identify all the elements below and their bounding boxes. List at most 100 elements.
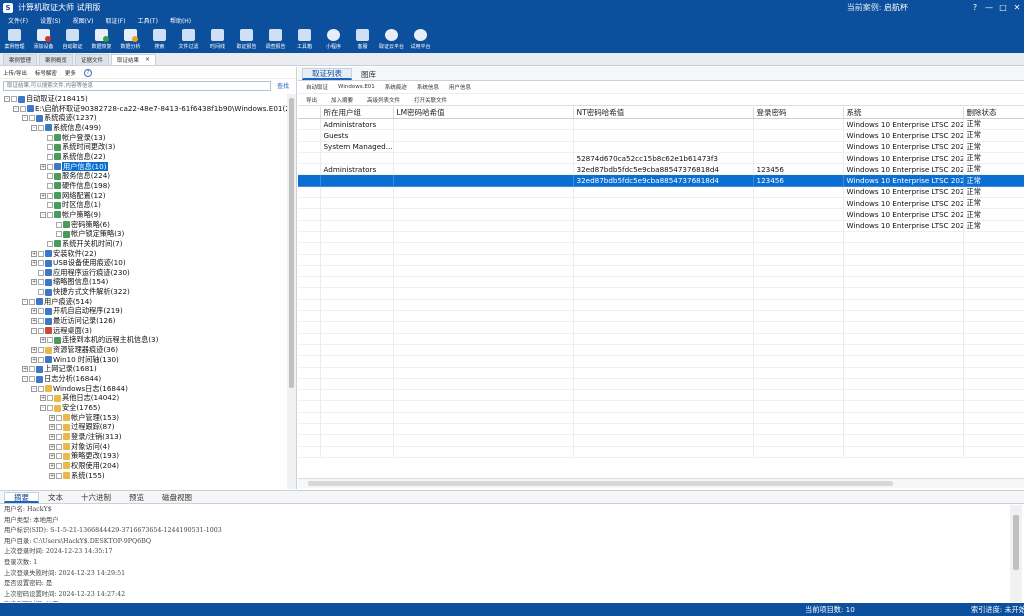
- toolbar-button-case-manage[interactable]: 案例管理: [0, 26, 29, 53]
- tree-checkbox[interactable]: [38, 356, 44, 363]
- column-header-checkbox[interactable]: [298, 107, 321, 119]
- tree-node[interactable]: - 远程桌面(3): [0, 326, 287, 336]
- tree-checkbox[interactable]: [29, 115, 35, 122]
- grid-horizontal-scrollbar[interactable]: [298, 478, 1024, 488]
- tree-checkbox[interactable]: [38, 327, 44, 334]
- tree-node[interactable]: + 资源管理器痕迹(36): [0, 345, 287, 355]
- expand-icon[interactable]: +: [31, 260, 37, 267]
- collapse-icon[interactable]: -: [31, 327, 37, 334]
- tree-node[interactable]: - 日志分析(16844): [0, 374, 287, 384]
- tree-node[interactable]: + 对象访问(4): [0, 442, 287, 452]
- tab-summary[interactable]: 摘要: [4, 492, 39, 503]
- tree-checkbox[interactable]: [20, 105, 26, 112]
- advanced-list-button[interactable]: 高级列表文件: [367, 96, 400, 104]
- tree-node[interactable]: 时区信息(1): [0, 200, 287, 210]
- tree-node[interactable]: 应用程序运行痕迹(230): [0, 268, 287, 278]
- expand-icon[interactable]: +: [40, 192, 46, 199]
- open-related-file-button[interactable]: 打开关联文件: [414, 96, 447, 104]
- row-checkbox-cell[interactable]: [298, 152, 321, 165]
- breadcrumb-item[interactable]: 系统信息: [417, 83, 439, 91]
- menu-file[interactable]: 文件(F): [8, 16, 28, 25]
- tree-node[interactable]: - 自动取证(218415): [0, 94, 287, 104]
- tab-evidence-files[interactable]: 证据文件: [75, 54, 110, 65]
- column-header-system[interactable]: 系统: [843, 107, 964, 119]
- more-button[interactable]: 更多: [65, 69, 76, 77]
- toolbar-button-auto-forensics[interactable]: 自动取证: [58, 26, 87, 53]
- toolbar-button-toolbox[interactable]: 工具箱: [290, 26, 319, 53]
- tree-node[interactable]: + 策略更改(193): [0, 451, 287, 461]
- column-header-lm-hash[interactable]: LM密码哈希值: [393, 107, 574, 119]
- collapse-icon[interactable]: -: [22, 115, 28, 122]
- row-checkbox-cell[interactable]: [298, 208, 321, 221]
- expand-icon[interactable]: +: [31, 279, 37, 286]
- scrollbar-thumb[interactable]: [308, 481, 893, 486]
- tree-checkbox[interactable]: [47, 202, 53, 209]
- tree-checkbox[interactable]: [38, 269, 44, 276]
- tree-checkbox[interactable]: [47, 144, 53, 151]
- tab-case-manage[interactable]: 案例管理: [3, 54, 38, 65]
- breadcrumb-item[interactable]: 用户信息: [449, 83, 471, 91]
- tree-node[interactable]: + 登录/注销(313): [0, 432, 287, 442]
- breadcrumb-item[interactable]: 系统痕迹: [385, 83, 407, 91]
- tree-node[interactable]: + 帐户管理(153): [0, 413, 287, 423]
- tree-checkbox[interactable]: [29, 298, 35, 305]
- close-button[interactable]: ✕: [1010, 3, 1024, 12]
- summary-vertical-scrollbar[interactable]: [1010, 505, 1022, 602]
- help-icon[interactable]: ?: [83, 68, 92, 77]
- tree-checkbox[interactable]: [38, 260, 44, 267]
- expand-icon[interactable]: +: [49, 433, 55, 440]
- tree-node[interactable]: - 系统信息(499): [0, 123, 287, 133]
- menu-settings[interactable]: 设置(S): [40, 16, 61, 25]
- tree-search-button[interactable]: 查找: [277, 81, 289, 90]
- column-header-password[interactable]: 登录密码: [753, 107, 844, 119]
- table-row[interactable]: Windows 10 Enterprise LTSC 2021 正常: [298, 220, 1024, 232]
- maximize-button[interactable]: □: [996, 3, 1010, 12]
- toolbar-button-search[interactable]: 搜索: [145, 26, 174, 53]
- tree-checkbox[interactable]: [56, 453, 62, 460]
- help-button[interactable]: ?: [968, 3, 982, 12]
- column-header-user-group[interactable]: 所在用户组: [320, 107, 394, 119]
- toolbar-button-data-analysis[interactable]: 数据分析: [116, 26, 145, 53]
- breadcrumb-item[interactable]: 自动取证: [306, 83, 328, 91]
- toolbar-button-mini-program[interactable]: 小程序: [319, 26, 348, 53]
- tree-checkbox[interactable]: [38, 385, 44, 392]
- tab-forensics-list[interactable]: 取证列表: [302, 68, 352, 80]
- menu-forensics[interactable]: 取证(F): [105, 16, 125, 25]
- column-header-delete-status[interactable]: 删除状态: [963, 107, 1024, 119]
- menu-view[interactable]: 视图(V): [73, 16, 94, 25]
- tree-node[interactable]: 系统信息(22): [0, 152, 287, 162]
- tree-node[interactable]: + 权限使用(204): [0, 461, 287, 471]
- collapse-icon[interactable]: -: [22, 376, 28, 383]
- collapse-icon[interactable]: -: [13, 105, 19, 112]
- tree-node[interactable]: 帐户锁定策略(3): [0, 229, 287, 239]
- tree-checkbox[interactable]: [38, 308, 44, 315]
- menu-tools[interactable]: 工具(T): [138, 16, 158, 25]
- expand-icon[interactable]: +: [22, 366, 28, 373]
- toolbar-button-timeline[interactable]: 时间线: [203, 26, 232, 53]
- tree-node[interactable]: 硬件信息(198): [0, 181, 287, 191]
- toolbar-button-file-filter[interactable]: 文件过滤: [174, 26, 203, 53]
- collapse-icon[interactable]: -: [4, 96, 10, 102]
- tree-node[interactable]: + 过程跟踪(87): [0, 422, 287, 432]
- tree-checkbox[interactable]: [47, 134, 53, 141]
- tree-node[interactable]: + 上网记录(1681): [0, 364, 287, 374]
- tree-checkbox[interactable]: [56, 472, 62, 479]
- tree-node[interactable]: 系统时间更改(3): [0, 142, 287, 152]
- tree-checkbox[interactable]: [56, 462, 62, 469]
- tree-node[interactable]: + 用户信息(10): [0, 161, 287, 172]
- tab-preview[interactable]: 预览: [120, 492, 153, 503]
- tree-node[interactable]: + 最近访问记录(126): [0, 316, 287, 326]
- tree-checkbox[interactable]: [29, 376, 35, 383]
- tree-checkbox[interactable]: [56, 231, 62, 238]
- tree-checkbox[interactable]: [56, 424, 62, 431]
- tree-node[interactable]: + 网络配置(12): [0, 191, 287, 201]
- tab-forensics-results[interactable]: 取证结果 ✕: [111, 54, 156, 65]
- tree-checkbox[interactable]: [56, 433, 62, 440]
- tab-gallery[interactable]: 图库: [352, 68, 385, 80]
- expand-icon[interactable]: +: [31, 347, 37, 354]
- collapse-icon[interactable]: -: [40, 211, 46, 218]
- row-checkbox-cell[interactable]: [298, 118, 321, 131]
- tree-checkbox[interactable]: [38, 347, 44, 354]
- toolbar-button-investigation-report[interactable]: 调查报告: [261, 26, 290, 53]
- tree-checkbox[interactable]: [38, 279, 44, 286]
